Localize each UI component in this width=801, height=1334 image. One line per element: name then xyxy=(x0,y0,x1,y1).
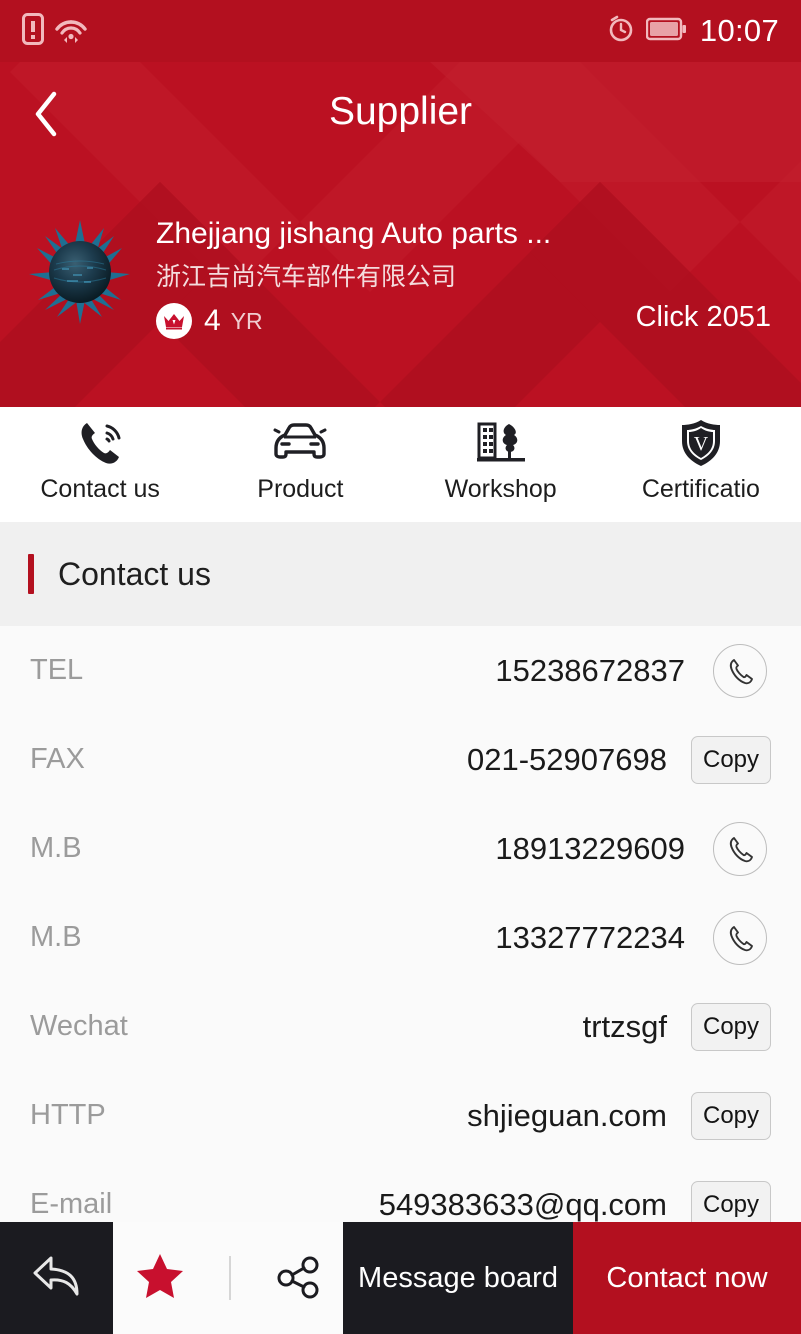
crown-icon xyxy=(156,303,192,339)
row-value: 15238672837 xyxy=(495,652,685,688)
call-button[interactable] xyxy=(709,643,771,698)
click-count: Click 2051 xyxy=(635,301,771,333)
battery-icon xyxy=(645,17,688,46)
supplier-tab-strip: Contact us Product Workshop V Certificat… xyxy=(0,407,801,522)
row-value: 18913229609 xyxy=(495,830,685,866)
tab-certification[interactable]: V Certificatio xyxy=(601,407,801,522)
status-bar-right-icons: 10:07 xyxy=(608,13,779,49)
chevron-left-icon xyxy=(33,91,59,142)
call-button[interactable] xyxy=(709,910,771,965)
phone-icon xyxy=(713,910,767,965)
table-row[interactable]: TEL 15238672837 xyxy=(0,626,801,715)
bottom-icon-group xyxy=(113,1222,343,1334)
row-label: HTTP xyxy=(30,1099,106,1131)
company-badge-row: 4 YR Click 2051 xyxy=(156,301,801,339)
section-title: Contact us xyxy=(58,555,211,592)
company-name-cn: 浙江吉尚汽车部件有限公司 xyxy=(156,263,457,291)
section-header: Contact us xyxy=(0,522,801,626)
copy-button[interactable]: Copy xyxy=(691,1002,771,1051)
sim-card-alert-icon xyxy=(22,12,44,50)
table-row[interactable]: FAX 021-52907698 Copy xyxy=(0,715,801,804)
row-label: Wechat xyxy=(30,1010,128,1042)
row-value: 13327772234 xyxy=(495,919,685,955)
tab-label: Contact us xyxy=(40,475,160,503)
spiky-sphere-avatar-icon xyxy=(29,220,130,324)
row-label: TEL xyxy=(30,654,84,686)
avatar xyxy=(26,218,134,326)
phone-icon xyxy=(713,643,767,698)
back-button[interactable] xyxy=(16,86,76,146)
row-label: E-mail xyxy=(30,1188,113,1220)
contact-list: TEL 15238672837 FAX 021-52907698 Copy M.… xyxy=(0,626,801,1246)
status-bar-left-icons xyxy=(22,12,88,50)
row-value: trtzsgf xyxy=(582,1008,667,1044)
company-info: Zhejjang jishang Auto parts ... 浙江吉尚汽车部件… xyxy=(156,214,801,339)
row-label: M.B xyxy=(30,832,82,864)
call-button[interactable] xyxy=(709,821,771,876)
shield-v-icon: V xyxy=(677,417,725,469)
years-value: 4 xyxy=(204,304,221,337)
copy-button[interactable]: Copy xyxy=(691,1091,771,1140)
header-bar: Supplier xyxy=(0,62,801,162)
share-nodes-icon xyxy=(277,1256,319,1298)
app-screen: 10:07 Supplier Zhejjang jishang Auto par… xyxy=(0,0,801,1334)
years-unit: YR xyxy=(230,308,263,334)
contact-now-button[interactable]: Contact now xyxy=(573,1222,801,1334)
section-accent-bar xyxy=(28,554,34,594)
tab-product[interactable]: Product xyxy=(200,407,400,522)
reply-arrow-icon xyxy=(27,1250,87,1307)
company-name-en: Zhejjang jishang Auto parts ... xyxy=(156,217,552,250)
phone-ring-icon xyxy=(74,417,126,469)
tab-contact-us[interactable]: Contact us xyxy=(0,407,200,522)
star-icon xyxy=(137,1253,184,1298)
table-row[interactable]: Wechat trtzsgf Copy xyxy=(0,982,801,1071)
row-label: M.B xyxy=(30,921,82,953)
phone-icon xyxy=(713,821,767,876)
divider xyxy=(229,1256,231,1300)
copy-button-wrap: Copy xyxy=(691,1091,771,1140)
row-label: FAX xyxy=(30,743,85,775)
row-value: 549383633@qq.com xyxy=(378,1186,667,1222)
page-title: Supplier xyxy=(328,90,473,133)
copy-button[interactable]: Copy xyxy=(691,735,771,784)
company-block[interactable]: Zhejjang jishang Auto parts ... 浙江吉尚汽车部件… xyxy=(0,214,801,339)
bottom-action-bar: Message board Contact now xyxy=(0,1222,801,1334)
bottom-back-button[interactable] xyxy=(0,1222,113,1334)
share-button[interactable] xyxy=(274,1252,322,1305)
favorite-button[interactable] xyxy=(134,1251,186,1306)
alarm-clock-icon xyxy=(608,15,634,48)
table-row[interactable]: M.B 13327772234 xyxy=(0,893,801,982)
supplier-header: Supplier Zhejjang jishang Auto parts ...… xyxy=(0,62,801,407)
status-bar-time: 10:07 xyxy=(699,13,779,48)
row-value: 021-52907698 xyxy=(467,741,667,777)
table-row[interactable]: M.B 18913229609 xyxy=(0,804,801,893)
svg-text:V: V xyxy=(694,433,709,455)
car-icon xyxy=(271,417,329,469)
tab-label: Product xyxy=(257,475,344,503)
copy-button-wrap: Copy xyxy=(691,1002,771,1051)
row-value: shjieguan.com xyxy=(467,1097,667,1133)
tab-label: Workshop xyxy=(444,475,557,503)
status-bar: 10:07 xyxy=(0,0,801,62)
tab-label: Certificatio xyxy=(641,475,760,503)
copy-button-wrap: Copy xyxy=(691,735,771,784)
wifi-icon xyxy=(54,13,88,50)
message-board-button[interactable]: Message board xyxy=(343,1222,573,1334)
tab-workshop[interactable]: Workshop xyxy=(401,407,601,522)
table-row[interactable]: HTTP shjieguan.com Copy xyxy=(0,1071,801,1160)
factory-tree-icon xyxy=(473,417,529,469)
